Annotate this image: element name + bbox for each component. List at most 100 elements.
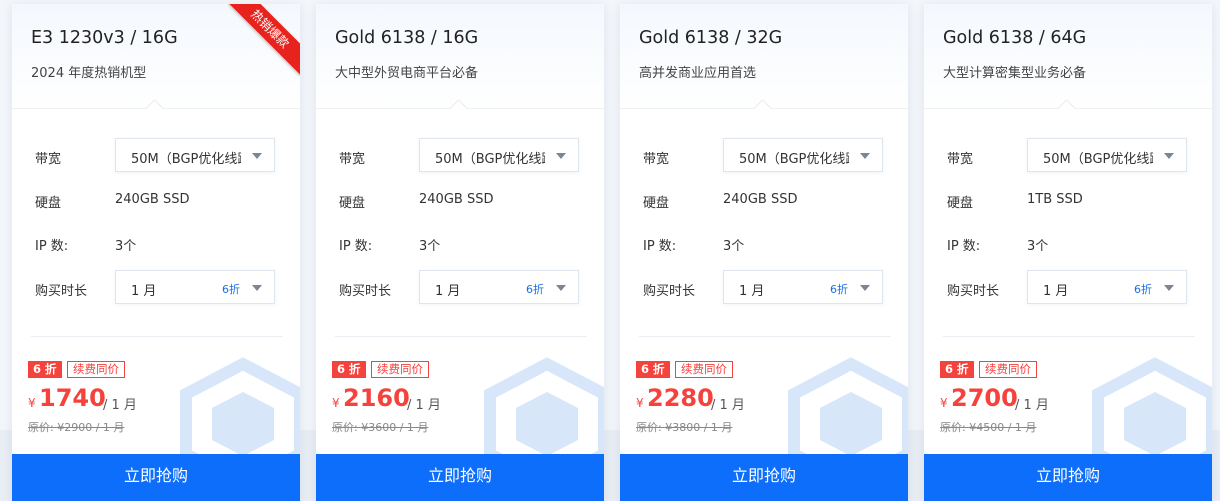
duration-label: 购买时长	[643, 284, 696, 299]
product-subtitle: 高并发商业应用首选	[639, 66, 757, 81]
disk-value: 240GB SSD	[115, 192, 190, 207]
buy-now-button[interactable]: 立即抢购	[12, 454, 300, 501]
original-price: 原价: ¥2900 / 1 月	[28, 421, 125, 434]
original-price: 原价: ¥3600 / 1 月	[332, 421, 429, 434]
duration-discount: 6折	[1134, 283, 1152, 296]
product-card: Gold 6138 / 16G 大中型外贸电商平台必备 带宽 50M（BGP优化…	[316, 4, 604, 501]
chevron-down-icon	[556, 285, 566, 291]
renew-same-price-tag: 续费同价	[675, 361, 733, 378]
ip-label: IP 数:	[947, 239, 981, 254]
divider	[639, 336, 891, 337]
duration-select[interactable]: 1 月 6折	[115, 270, 275, 304]
ip-label: IP 数:	[643, 239, 677, 254]
price-unit: / 1 月	[407, 398, 441, 413]
card-header	[316, 4, 604, 109]
bandwidth-label: 带宽	[35, 152, 62, 167]
bandwidth-label: 带宽	[643, 152, 670, 167]
hot-ribbon: 热销爆款	[228, 4, 300, 76]
duration-discount: 6折	[830, 283, 848, 296]
duration-select[interactable]: 1 月 6折	[1027, 270, 1187, 304]
bandwidth-select[interactable]: 50M（BGP优化线路	[1027, 138, 1187, 172]
disk-value: 1TB SSD	[1027, 192, 1083, 207]
divider	[943, 336, 1195, 337]
product-title: E3 1230v3 / 16G	[31, 28, 178, 48]
bandwidth-value: 50M（BGP优化线路	[739, 152, 849, 167]
chevron-down-icon	[252, 285, 262, 291]
duration-select[interactable]: 1 月 6折	[723, 270, 883, 304]
product-title: Gold 6138 / 64G	[943, 28, 1087, 48]
discount-tag: 6 折	[28, 361, 62, 378]
original-price: 原价: ¥4500 / 1 月	[940, 421, 1037, 434]
ip-value: 3个	[723, 239, 745, 254]
renew-same-price-tag: 续费同价	[979, 361, 1037, 378]
product-title: Gold 6138 / 16G	[335, 28, 479, 48]
currency-symbol: ¥	[940, 396, 948, 410]
price-unit: / 1 月	[1015, 398, 1049, 413]
chevron-down-icon	[1164, 153, 1174, 159]
product-subtitle: 大中型外贸电商平台必备	[335, 66, 479, 81]
ip-label: IP 数:	[339, 239, 373, 254]
currency-symbol: ¥	[332, 396, 340, 410]
chevron-down-icon	[1164, 285, 1174, 291]
chevron-down-icon	[860, 285, 870, 291]
original-price: 原价: ¥3800 / 1 月	[636, 421, 733, 434]
disk-value: 240GB SSD	[723, 192, 798, 207]
divider	[335, 336, 587, 337]
product-card: E3 1230v3 / 16G 2024 年度热销机型 热销爆款 带宽 50M（…	[12, 4, 300, 501]
duration-label: 购买时长	[947, 284, 1000, 299]
buy-now-button[interactable]: 立即抢购	[924, 454, 1212, 501]
duration-discount: 6折	[222, 283, 240, 296]
hot-ribbon-label: 热销爆款	[228, 4, 300, 76]
product-title: Gold 6138 / 32G	[639, 28, 783, 48]
product-subtitle: 2024 年度热销机型	[31, 66, 147, 81]
price: 2160	[343, 384, 410, 412]
bandwidth-select[interactable]: 50M（BGP优化线路	[419, 138, 579, 172]
ip-value: 3个	[1027, 239, 1049, 254]
bandwidth-value: 50M（BGP优化线路	[131, 152, 241, 167]
bandwidth-value: 50M（BGP优化线路	[435, 152, 545, 167]
disk-label: 硬盘	[339, 196, 366, 211]
price: 2280	[647, 384, 714, 412]
duration-label: 购买时长	[339, 284, 392, 299]
product-card: Gold 6138 / 64G 大型计算密集型业务必备 带宽 50M（BGP优化…	[924, 4, 1212, 501]
disk-label: 硬盘	[35, 196, 62, 211]
currency-symbol: ¥	[636, 396, 644, 410]
cube-watermark-icon	[180, 357, 300, 466]
currency-symbol: ¥	[28, 396, 36, 410]
buy-now-button[interactable]: 立即抢购	[316, 454, 604, 501]
price-unit: / 1 月	[103, 398, 137, 413]
cube-watermark-icon	[1092, 357, 1212, 466]
ip-label: IP 数:	[35, 239, 69, 254]
renew-same-price-tag: 续费同价	[371, 361, 429, 378]
bandwidth-label: 带宽	[339, 152, 366, 167]
chevron-down-icon	[556, 153, 566, 159]
disk-label: 硬盘	[643, 196, 670, 211]
product-card: Gold 6138 / 32G 高并发商业应用首选 带宽 50M（BGP优化线路…	[620, 4, 908, 501]
ip-value: 3个	[419, 239, 441, 254]
chevron-down-icon	[860, 153, 870, 159]
card-header	[924, 4, 1212, 109]
discount-tag: 6 折	[636, 361, 670, 378]
price: 2700	[951, 384, 1018, 412]
chevron-down-icon	[252, 153, 262, 159]
bandwidth-value: 50M（BGP优化线路	[1043, 152, 1153, 167]
price: 1740	[39, 384, 106, 412]
duration-select[interactable]: 1 月 6折	[419, 270, 579, 304]
duration-label: 购买时长	[35, 284, 88, 299]
buy-now-button[interactable]: 立即抢购	[620, 454, 908, 501]
disk-label: 硬盘	[947, 196, 974, 211]
discount-tag: 6 折	[940, 361, 974, 378]
card-header	[620, 4, 908, 109]
bandwidth-select[interactable]: 50M（BGP优化线路	[723, 138, 883, 172]
disk-value: 240GB SSD	[419, 192, 494, 207]
bandwidth-label: 带宽	[947, 152, 974, 167]
discount-tag: 6 折	[332, 361, 366, 378]
duration-discount: 6折	[526, 283, 544, 296]
price-unit: / 1 月	[711, 398, 745, 413]
renew-same-price-tag: 续费同价	[67, 361, 125, 378]
cube-watermark-icon	[484, 357, 604, 466]
product-subtitle: 大型计算密集型业务必备	[943, 66, 1087, 81]
bandwidth-select[interactable]: 50M（BGP优化线路	[115, 138, 275, 172]
cube-watermark-icon	[788, 357, 908, 466]
divider	[31, 336, 283, 337]
